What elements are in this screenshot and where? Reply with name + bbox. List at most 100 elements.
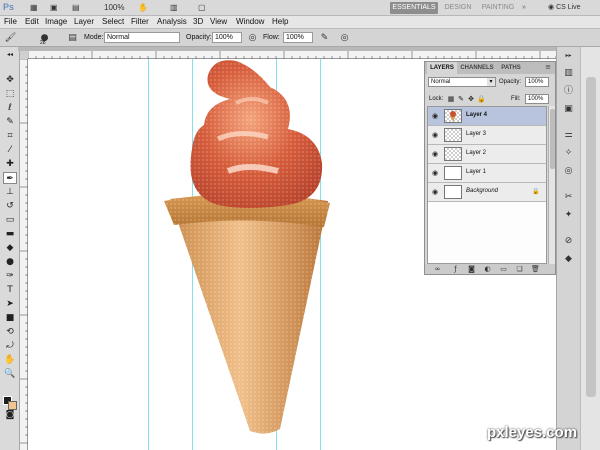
layer-opacity-field[interactable]: 100% xyxy=(525,77,549,87)
menu-3d[interactable]: 3D xyxy=(193,17,203,26)
lock-image-pixels-icon[interactable]: ✎ xyxy=(457,95,465,103)
hand-tool-icon[interactable]: ✋ xyxy=(3,354,17,366)
color-panel-icon[interactable]: ◆ xyxy=(561,253,576,266)
layers-scrollbar-thumb[interactable] xyxy=(550,109,555,169)
airbrush-icon[interactable]: ✎ xyxy=(318,32,331,44)
lock-all-icon[interactable]: 🔒 xyxy=(477,95,486,103)
brush-panel-toggle-icon[interactable]: ▤ xyxy=(66,32,79,44)
launch-mini-bridge-icon[interactable]: ▣ xyxy=(50,3,58,13)
screen-mode-icon[interactable]: ▢ xyxy=(198,3,206,13)
masks-panel-icon[interactable]: ◎ xyxy=(561,165,576,178)
tab-paths[interactable]: PATHS xyxy=(497,62,525,74)
more-workspaces-button[interactable]: » xyxy=(518,2,530,14)
launch-bridge-icon[interactable]: ▦ xyxy=(30,3,38,13)
canvas-vertical-scrollbar[interactable] xyxy=(580,47,600,450)
link-layers-icon[interactable]: ∞ xyxy=(433,265,442,273)
tab-layers[interactable]: LAYERS xyxy=(427,62,457,74)
lasso-tool-icon[interactable]: ℓ xyxy=(3,102,17,114)
type-tool-icon[interactable]: T xyxy=(3,284,17,296)
visibility-eye-icon[interactable]: ◉ xyxy=(430,188,440,196)
view-extras-icon[interactable]: ▤ xyxy=(72,3,80,13)
brush-tool-preset-icon[interactable]: 🖌 xyxy=(4,32,17,44)
marquee-tool-icon[interactable]: ⬚ xyxy=(3,88,17,100)
3d-orbit-tool-icon[interactable]: ⤾ xyxy=(3,340,17,352)
dodge-tool-icon[interactable]: ● xyxy=(3,256,17,268)
menu-view[interactable]: View xyxy=(210,17,227,26)
workspace-painting-button[interactable]: PAINTING xyxy=(480,2,516,14)
eyedropper-tool-icon[interactable]: ⁄ xyxy=(3,144,17,156)
layer-row-layer-4[interactable]: ◉ Layer 4 xyxy=(428,107,546,126)
visibility-eye-icon[interactable]: ◉ xyxy=(430,169,440,177)
dock-expand-icon[interactable]: ▸▸ xyxy=(561,49,576,62)
crop-tool-icon[interactable]: ⌗ xyxy=(3,130,17,142)
clone-stamp-tool-icon[interactable]: ⊥ xyxy=(3,186,17,198)
menu-help[interactable]: Help xyxy=(272,17,288,26)
zoom-tool-icon[interactable]: 🔍 xyxy=(3,368,17,380)
layer-row-layer-1[interactable]: ◉ Layer 1 xyxy=(428,164,546,183)
mode-select[interactable]: Normal xyxy=(104,32,180,43)
brush-presets-panel-icon[interactable]: ✦ xyxy=(561,209,576,222)
workspace-essentials-button[interactable]: ESSENTIALS xyxy=(390,2,438,14)
new-layer-icon[interactable]: ❏ xyxy=(515,265,524,273)
blend-mode-select[interactable]: Normal ▾ xyxy=(428,77,496,87)
hand-tool-icon[interactable]: ✋ xyxy=(138,3,148,13)
eraser-tool-icon[interactable]: ▭ xyxy=(3,214,17,226)
visibility-eye-icon[interactable]: ◉ xyxy=(430,150,440,158)
menu-filter[interactable]: Filter xyxy=(131,17,149,26)
fill-field[interactable]: 100% xyxy=(525,94,549,104)
vertical-ruler[interactable] xyxy=(20,58,28,450)
lock-position-icon[interactable]: ✥ xyxy=(467,95,475,103)
3d-rotate-tool-icon[interactable]: ⟲ xyxy=(3,326,17,338)
workspace-design-button[interactable]: DESIGN xyxy=(442,2,474,14)
tools-collapse-icon[interactable]: ◂◂ xyxy=(3,49,17,61)
tablet-pressure-opacity-icon[interactable]: ◎ xyxy=(246,32,259,44)
menu-file[interactable]: File xyxy=(4,17,17,26)
healing-brush-tool-icon[interactable]: ✚ xyxy=(3,158,17,170)
adjustment-layer-icon[interactable]: ◐ xyxy=(483,265,492,273)
add-mask-icon[interactable]: ◙ xyxy=(467,265,476,273)
menu-select[interactable]: Select xyxy=(102,17,124,26)
new-group-icon[interactable]: ▭ xyxy=(499,265,508,273)
arrange-documents-icon[interactable]: ▥ xyxy=(170,3,178,13)
tab-channels[interactable]: CHANNELS xyxy=(459,62,495,74)
zoom-level[interactable]: 100% xyxy=(104,3,124,13)
layers-scrollbar[interactable] xyxy=(548,106,555,264)
pen-tool-icon[interactable]: ✑ xyxy=(3,270,17,282)
guide-line[interactable] xyxy=(148,59,149,450)
path-selection-tool-icon[interactable]: ➤ xyxy=(3,298,17,310)
clone-source-panel-icon[interactable]: ⊘ xyxy=(561,235,576,248)
layer-row-layer-3[interactable]: ◉ Layer 3 xyxy=(428,126,546,145)
history-brush-tool-icon[interactable]: ↺ xyxy=(3,200,17,212)
delete-layer-icon[interactable]: 🗑 xyxy=(531,265,540,273)
quick-selection-tool-icon[interactable]: ✎ xyxy=(3,116,17,128)
menu-layer[interactable]: Layer xyxy=(74,17,94,26)
visibility-eye-icon[interactable]: ◉ xyxy=(430,131,440,139)
menu-edit[interactable]: Edit xyxy=(25,17,39,26)
shape-tool-icon[interactable]: ■ xyxy=(3,312,17,324)
panel-menu-icon[interactable]: ≡ xyxy=(545,63,551,71)
layer-style-icon[interactable]: ƒ xyxy=(451,265,460,273)
tablet-pressure-size-icon[interactable]: ◎ xyxy=(338,32,351,44)
adjustments-panel-icon[interactable]: ⚌ xyxy=(561,129,576,142)
blur-tool-icon[interactable]: ◆ xyxy=(3,242,17,254)
move-tool-icon[interactable]: ✥ xyxy=(3,74,17,86)
styles-panel-icon[interactable]: ✧ xyxy=(561,147,576,160)
opacity-field[interactable]: 100% xyxy=(212,32,242,43)
layer-row-background[interactable]: ◉ Background 🔒 xyxy=(428,183,546,202)
menu-analysis[interactable]: Analysis xyxy=(157,17,187,26)
lock-transparent-pixels-icon[interactable]: ▦ xyxy=(447,95,455,103)
gradient-tool-icon[interactable]: ▬ xyxy=(3,228,17,240)
menu-window[interactable]: Window xyxy=(236,17,264,26)
scrollbar-thumb[interactable] xyxy=(586,77,596,397)
flow-field[interactable]: 100% xyxy=(283,32,313,43)
histogram-panel-icon[interactable]: ▥ xyxy=(561,67,576,80)
tools-presets-panel-icon[interactable]: ✂ xyxy=(561,191,576,204)
visibility-eye-icon[interactable]: ◉ xyxy=(430,112,440,120)
navigator-panel-icon[interactable]: ▣ xyxy=(561,103,576,116)
menu-image[interactable]: Image xyxy=(45,17,67,26)
brush-tool-icon[interactable]: ✒ xyxy=(3,172,17,184)
layer-row-layer-2[interactable]: ◉ Layer 2 xyxy=(428,145,546,164)
cs-live-button[interactable]: ◉ CS Live xyxy=(548,2,598,14)
horizontal-ruler[interactable] xyxy=(27,51,580,59)
info-panel-icon[interactable]: ⓘ xyxy=(561,85,576,98)
